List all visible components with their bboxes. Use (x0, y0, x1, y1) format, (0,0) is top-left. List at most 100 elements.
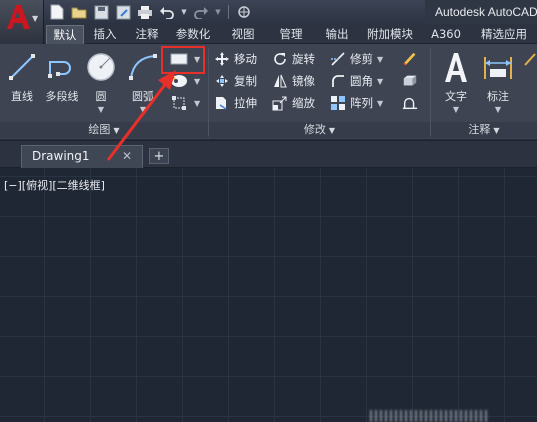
chevron-down-icon: ▼ (113, 126, 120, 135)
text-dropdown-icon[interactable]: ▼ (436, 105, 476, 114)
tab-featured-apps[interactable]: 精选应用 (474, 25, 534, 44)
tab-default[interactable]: 默认 (46, 25, 84, 44)
save-as-icon[interactable] (114, 3, 132, 21)
array-label: 阵列 (350, 96, 373, 110)
stretch-icon (214, 95, 230, 111)
trim-label: 修剪 (350, 52, 373, 66)
array-button[interactable]: 阵列 ▼ (330, 93, 383, 113)
copy-button[interactable]: 复制 (214, 71, 257, 91)
scale-label: 缩放 (292, 96, 315, 110)
drawing-tab[interactable]: Drawing1 ✕ (21, 145, 143, 168)
stretch-label: 拉伸 (234, 96, 257, 110)
tab-parametric[interactable]: 参数化 (168, 25, 218, 44)
move-button[interactable]: 移动 (214, 49, 257, 69)
circle-icon (84, 50, 118, 84)
file-tab-bar: Drawing1 ✕ + (0, 141, 537, 168)
stretch-button[interactable]: 拉伸 (214, 93, 257, 113)
polyline-button[interactable]: 多段线 (40, 50, 84, 104)
scale-button[interactable]: 缩放 (272, 93, 315, 113)
tab-output[interactable]: 输出 (320, 25, 354, 44)
copy-label: 复制 (234, 74, 257, 88)
trim-button[interactable]: 修剪 ▼ (330, 49, 383, 69)
chevron-down-icon: ▼ (493, 126, 500, 135)
application-menu-button[interactable]: ▼ (0, 0, 44, 44)
close-icon[interactable]: ✕ (122, 149, 132, 163)
line-button[interactable]: 直线 (4, 50, 40, 104)
viewport-controls[interactable]: [−][俯视][二维线框] (4, 177, 105, 193)
move-icon (214, 51, 230, 67)
redo-dropdown-icon[interactable]: ▼ (214, 3, 222, 21)
tab-manage[interactable]: 管理 (274, 25, 308, 44)
new-tab-button[interactable]: + (149, 148, 169, 164)
circle-dropdown-icon[interactable]: ▼ (84, 105, 118, 114)
region-icon (168, 95, 190, 111)
hatch-icon (168, 73, 190, 89)
title-bar: ▼ ▼ Autodesk AutoCAD (0, 0, 537, 24)
tab-insert[interactable]: 插入 (88, 25, 122, 44)
tab-annotate[interactable]: 注释 (130, 25, 164, 44)
new-icon[interactable] (48, 3, 66, 21)
save-icon[interactable] (92, 3, 110, 21)
leader-button[interactable] (522, 49, 537, 69)
window-title: Autodesk AutoCAD (425, 0, 537, 24)
toolbar-separator (228, 5, 229, 19)
modify-panel-title[interactable]: 修改 ▼ (209, 122, 430, 138)
tab-addins[interactable]: 附加模块 (360, 25, 420, 44)
offset-button[interactable] (402, 93, 418, 113)
erase-icon (402, 51, 418, 67)
region-button[interactable]: ▼ (168, 93, 200, 113)
drawing-tab-label: Drawing1 (32, 149, 90, 163)
array-dropdown-icon[interactable]: ▼ (377, 99, 383, 108)
dimension-button[interactable]: 标注 ▼ (478, 50, 518, 114)
text-icon (439, 50, 473, 84)
dimension-icon (481, 50, 515, 84)
fillet-dropdown-icon[interactable]: ▼ (377, 77, 383, 86)
autocad-logo-icon (7, 5, 30, 29)
draw-panel-label: 绘图 (88, 123, 111, 136)
explode-icon (402, 73, 418, 89)
erase-button[interactable] (402, 49, 418, 69)
rotate-icon (272, 51, 288, 67)
share-icon[interactable] (235, 3, 253, 21)
line-label: 直线 (11, 90, 33, 103)
rotate-label: 旋转 (292, 52, 315, 66)
line-icon (5, 50, 39, 84)
hatch-button[interactable]: ▼ (168, 71, 200, 91)
arc-dropdown-icon[interactable]: ▼ (126, 105, 160, 114)
print-icon[interactable] (136, 3, 154, 21)
quick-access-toolbar: ▼ ▼ (48, 2, 253, 22)
annotation-panel-label: 注释 (468, 123, 491, 136)
tab-a360[interactable]: A360 (428, 25, 464, 44)
fillet-button[interactable]: 圆角 ▼ (330, 71, 383, 91)
open-icon[interactable] (70, 3, 88, 21)
redo-icon[interactable] (192, 3, 210, 21)
arc-button[interactable]: 圆弧 ▼ (126, 50, 160, 114)
chevron-down-icon: ▼ (32, 14, 39, 23)
trim-icon (330, 51, 346, 67)
circle-label: 圆 (95, 90, 107, 103)
explode-button[interactable] (402, 71, 418, 91)
dimension-label: 标注 (487, 90, 509, 103)
tab-view[interactable]: 视图 (226, 25, 260, 44)
mirror-icon (272, 73, 288, 89)
text-button[interactable]: 文字 ▼ (436, 50, 476, 114)
arc-label: 圆弧 (132, 90, 154, 103)
dimension-dropdown-icon[interactable]: ▼ (478, 105, 518, 114)
region-dropdown-icon[interactable]: ▼ (194, 99, 200, 108)
chevron-down-icon: ▼ (328, 126, 336, 135)
ribbon: 直线 多段线 圆 ▼ 圆弧 ▼ ▼ ▼ ▼ 绘图 ▼ 移动 旋转 修剪 ▼ 复制… (0, 44, 537, 140)
array-icon (330, 95, 346, 111)
mirror-button[interactable]: 镜像 (272, 71, 315, 91)
polyline-icon (45, 50, 79, 84)
ribbon-tab-bar: 默认 插入 注释 参数化 视图 管理 输出 附加模块 A360 精选应用 (44, 24, 537, 44)
arc-icon (126, 50, 160, 84)
hatch-dropdown-icon[interactable]: ▼ (194, 77, 200, 86)
undo-dropdown-icon[interactable]: ▼ (180, 3, 188, 21)
undo-icon[interactable] (158, 3, 176, 21)
trim-dropdown-icon[interactable]: ▼ (377, 55, 383, 64)
draw-panel-title[interactable]: 绘图 ▼ (0, 122, 208, 138)
circle-button[interactable]: 圆 ▼ (84, 50, 118, 114)
drawing-canvas[interactable] (0, 168, 537, 422)
rotate-button[interactable]: 旋转 (272, 49, 315, 69)
annotation-panel-title[interactable]: 注释 ▼ (431, 122, 537, 138)
